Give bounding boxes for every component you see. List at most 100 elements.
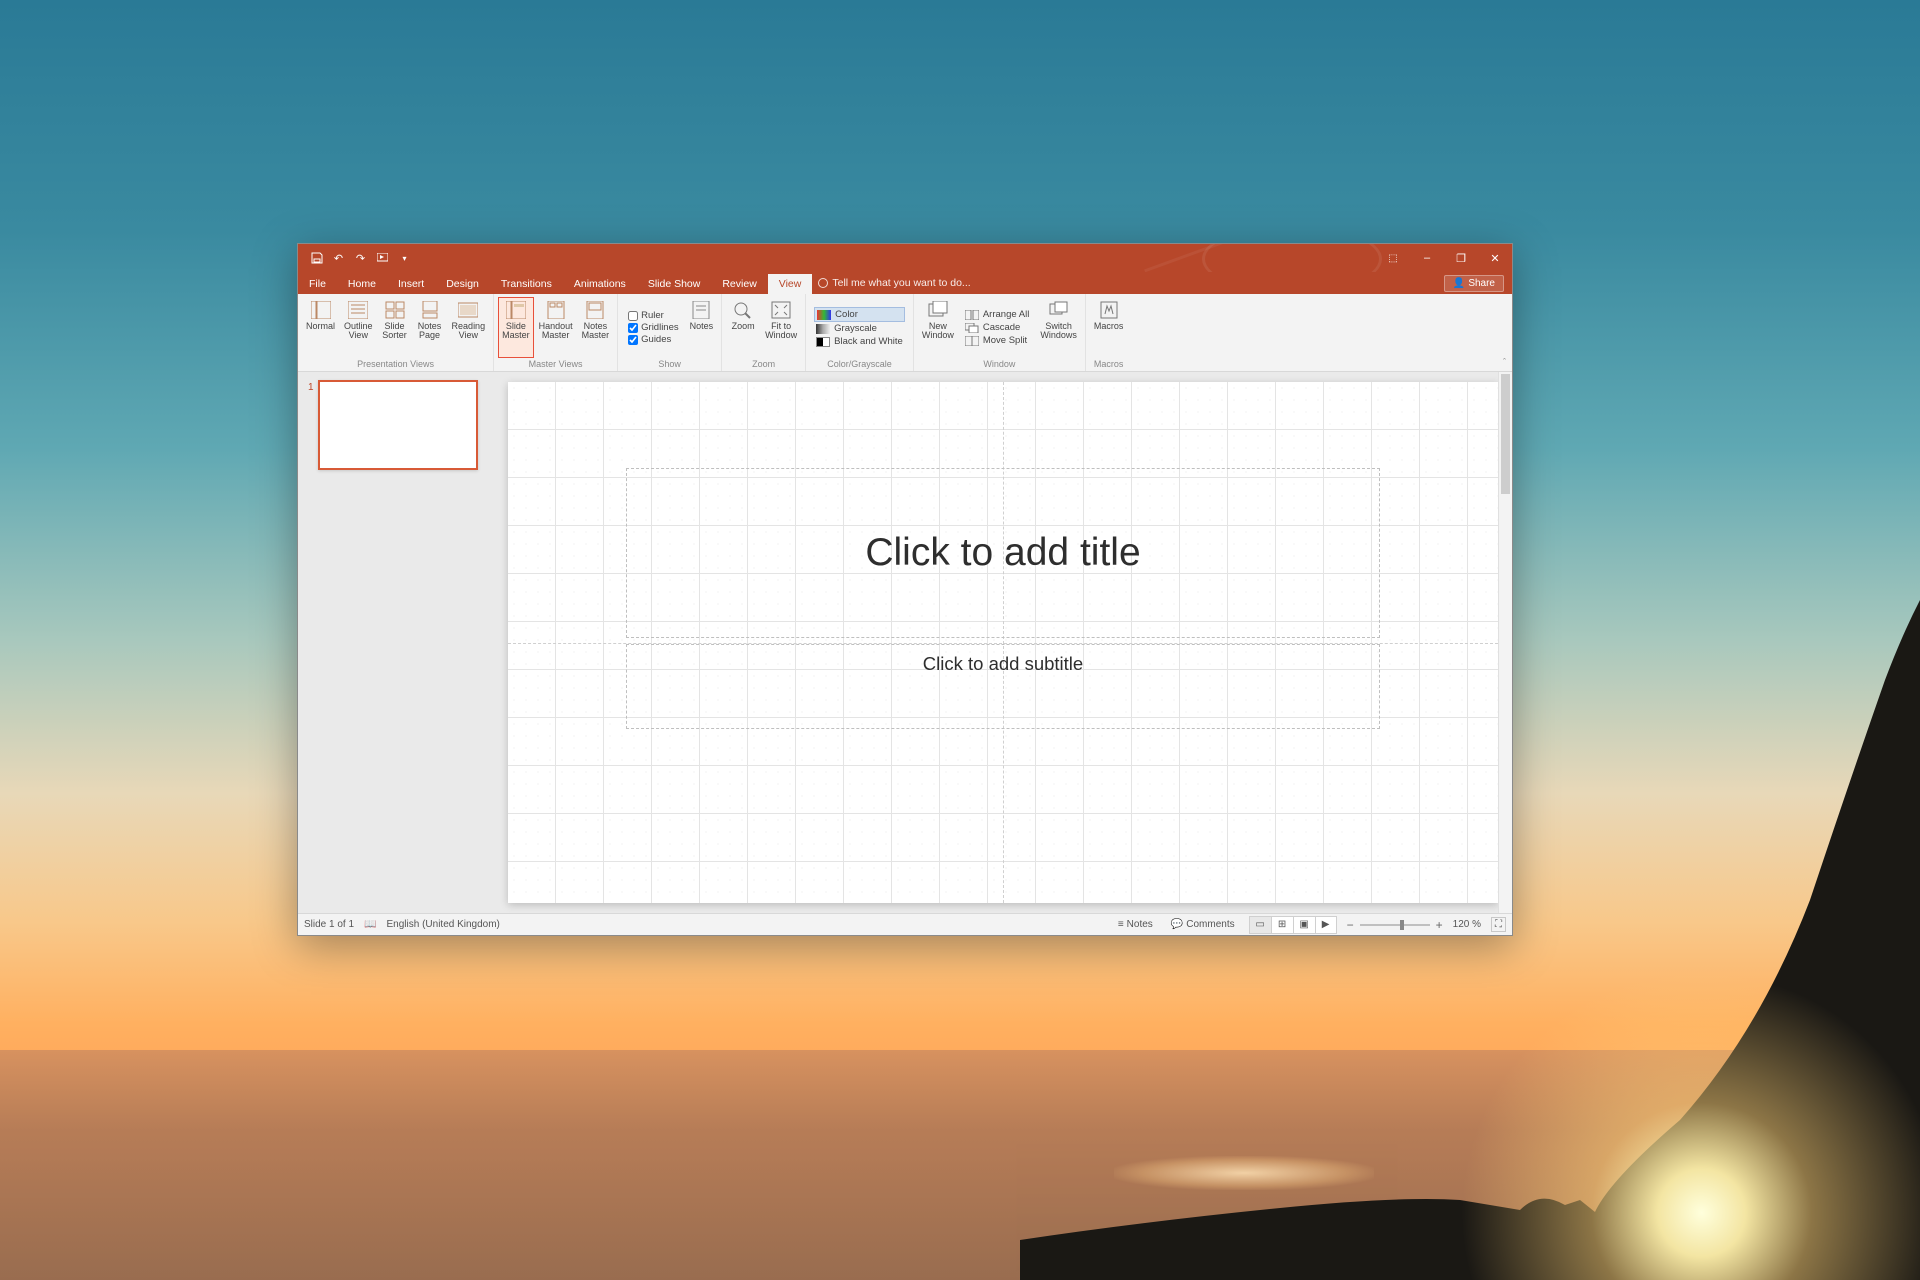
zoom-level[interactable]: 120 %: [1453, 919, 1481, 930]
subtitle-placeholder[interactable]: Click to add subtitle: [626, 644, 1380, 729]
switch-windows-button[interactable]: Switch Windows: [1036, 297, 1081, 358]
cascade-button[interactable]: Cascade: [963, 321, 1031, 334]
normal-view-button[interactable]: Normal: [302, 297, 339, 358]
tab-slideshow[interactable]: Slide Show: [637, 274, 712, 295]
spellcheck-icon[interactable]: 📖: [364, 919, 376, 930]
close-button[interactable]: ✕: [1478, 244, 1512, 272]
tell-me-label: Tell me what you want to do...: [832, 277, 970, 289]
undo-icon[interactable]: ↶: [332, 252, 345, 265]
notes-icon: [690, 300, 712, 320]
tell-me-search[interactable]: Tell me what you want to do...: [818, 277, 970, 294]
cascade-icon: [965, 323, 979, 333]
group-color-grayscale: Color Grayscale Black and White Color/Gr…: [806, 294, 914, 371]
fit-to-window-button[interactable]: Fit to Window: [761, 297, 801, 358]
work-area: 1 Click to add title Click to add subtit…: [298, 372, 1512, 913]
slide-canvas[interactable]: Click to add title Click to add subtitle: [508, 382, 1498, 903]
ribbon: Normal Outline View Slide Sorter Notes P…: [298, 294, 1512, 372]
notes-toggle[interactable]: ≡ Notes: [1114, 917, 1157, 932]
black-white-button[interactable]: Black and White: [814, 335, 905, 348]
status-bar: Slide 1 of 1 📖 English (United Kingdom) …: [298, 913, 1512, 935]
ruler-checkbox[interactable]: Ruler: [628, 310, 679, 321]
titlebar: ↶ ↷ ▾ ⬚ – ❐ ✕: [298, 244, 1512, 272]
macros-button[interactable]: Macros: [1090, 297, 1128, 358]
outline-view-icon: [347, 300, 369, 320]
normal-view-sb-button[interactable]: ▭: [1249, 916, 1271, 934]
share-icon: 👤: [1453, 278, 1465, 289]
qat-customize-icon[interactable]: ▾: [398, 252, 411, 265]
slide-sorter-button[interactable]: Slide Sorter: [378, 297, 412, 358]
tab-view[interactable]: View: [768, 274, 813, 295]
tab-animations[interactable]: Animations: [563, 274, 637, 295]
zoom-slider[interactable]: − +: [1347, 918, 1443, 932]
slide-master-icon: [505, 300, 527, 320]
restore-button[interactable]: ❐: [1444, 244, 1478, 272]
slide-sorter-icon: [384, 300, 406, 320]
move-split-button[interactable]: Move Split: [963, 334, 1031, 347]
guides-checkbox[interactable]: Guides: [628, 334, 679, 345]
grid-dots: [508, 382, 1498, 903]
tab-transitions[interactable]: Transitions: [490, 274, 563, 295]
view-buttons: ▭ ⊞ ▣ ▶: [1249, 916, 1337, 934]
zoom-button[interactable]: Zoom: [726, 297, 760, 358]
zoom-icon: [732, 300, 754, 320]
guide-vertical: [1003, 382, 1004, 903]
notes-master-icon: [584, 300, 606, 320]
sorter-view-sb-button[interactable]: ⊞: [1271, 916, 1293, 934]
handout-master-button[interactable]: Handout Master: [535, 297, 577, 358]
tab-home[interactable]: Home: [337, 274, 387, 295]
switch-windows-icon: [1048, 300, 1070, 320]
bw-icon: [816, 337, 830, 347]
tab-design[interactable]: Design: [435, 274, 490, 295]
fit-window-icon: [770, 300, 792, 320]
fit-slide-button[interactable]: ⛶: [1491, 917, 1506, 932]
grayscale-icon: [816, 324, 830, 334]
arrange-all-button[interactable]: Arrange All: [963, 308, 1031, 321]
gridlines-checkbox[interactable]: Gridlines: [628, 322, 679, 333]
share-button[interactable]: 👤Share: [1444, 275, 1504, 292]
vertical-scrollbar[interactable]: [1498, 372, 1512, 913]
desktop-sea: [0, 1050, 1920, 1280]
title-placeholder[interactable]: Click to add title: [626, 468, 1380, 638]
handout-master-icon: [545, 300, 567, 320]
outline-view-button[interactable]: Outline View: [340, 297, 377, 358]
zoom-in-button[interactable]: +: [1436, 918, 1443, 932]
powerpoint-window: ↶ ↷ ▾ ⬚ – ❐ ✕ File Home Insert Design Tr…: [297, 243, 1513, 936]
ribbon-options-button[interactable]: ⬚: [1376, 244, 1410, 272]
macros-icon: [1098, 300, 1120, 320]
group-show: Ruler Gridlines Guides Notes Show: [618, 294, 722, 371]
group-macros: Macros Macros: [1086, 294, 1132, 371]
tab-review[interactable]: Review: [711, 274, 767, 295]
redo-icon[interactable]: ↷: [354, 252, 367, 265]
notes-page-icon: [419, 300, 441, 320]
color-button[interactable]: Color: [814, 307, 905, 322]
grayscale-button[interactable]: Grayscale: [814, 322, 905, 335]
zoom-out-button[interactable]: −: [1347, 918, 1354, 932]
tab-file[interactable]: File: [298, 274, 337, 295]
collapse-ribbon-button[interactable]: ˆ: [1503, 357, 1506, 367]
notes-page-button[interactable]: Notes Page: [413, 297, 447, 358]
language-indicator[interactable]: English (United Kingdom): [387, 919, 500, 930]
slide-canvas-area: Click to add title Click to add subtitle: [490, 372, 1512, 913]
minimize-button[interactable]: –: [1410, 244, 1444, 272]
notes-button[interactable]: Notes: [686, 297, 718, 358]
tab-insert[interactable]: Insert: [387, 274, 435, 295]
move-split-icon: [965, 336, 979, 346]
bulb-icon: [818, 278, 828, 288]
slide-thumbnail-1[interactable]: [318, 380, 478, 470]
group-presentation-views: Normal Outline View Slide Sorter Notes P…: [298, 294, 494, 371]
zoom-track[interactable]: [1360, 924, 1430, 926]
slide-master-button[interactable]: Slide Master: [498, 297, 534, 358]
new-window-icon: [927, 300, 949, 320]
notes-master-button[interactable]: Notes Master: [578, 297, 614, 358]
slideshow-view-sb-button[interactable]: ▶: [1315, 916, 1337, 934]
reading-view-button[interactable]: Reading View: [448, 297, 490, 358]
reading-view-icon: [457, 300, 479, 320]
thumb-number: 1: [308, 380, 314, 470]
start-from-beginning-icon[interactable]: [376, 252, 389, 265]
comments-toggle[interactable]: 💬 Comments: [1167, 917, 1239, 932]
quick-access-toolbar: ↶ ↷ ▾: [298, 252, 411, 265]
save-icon[interactable]: [310, 252, 323, 265]
reading-view-sb-button[interactable]: ▣: [1293, 916, 1315, 934]
window-controls: ⬚ – ❐ ✕: [1376, 244, 1512, 272]
new-window-button[interactable]: New Window: [918, 297, 958, 358]
